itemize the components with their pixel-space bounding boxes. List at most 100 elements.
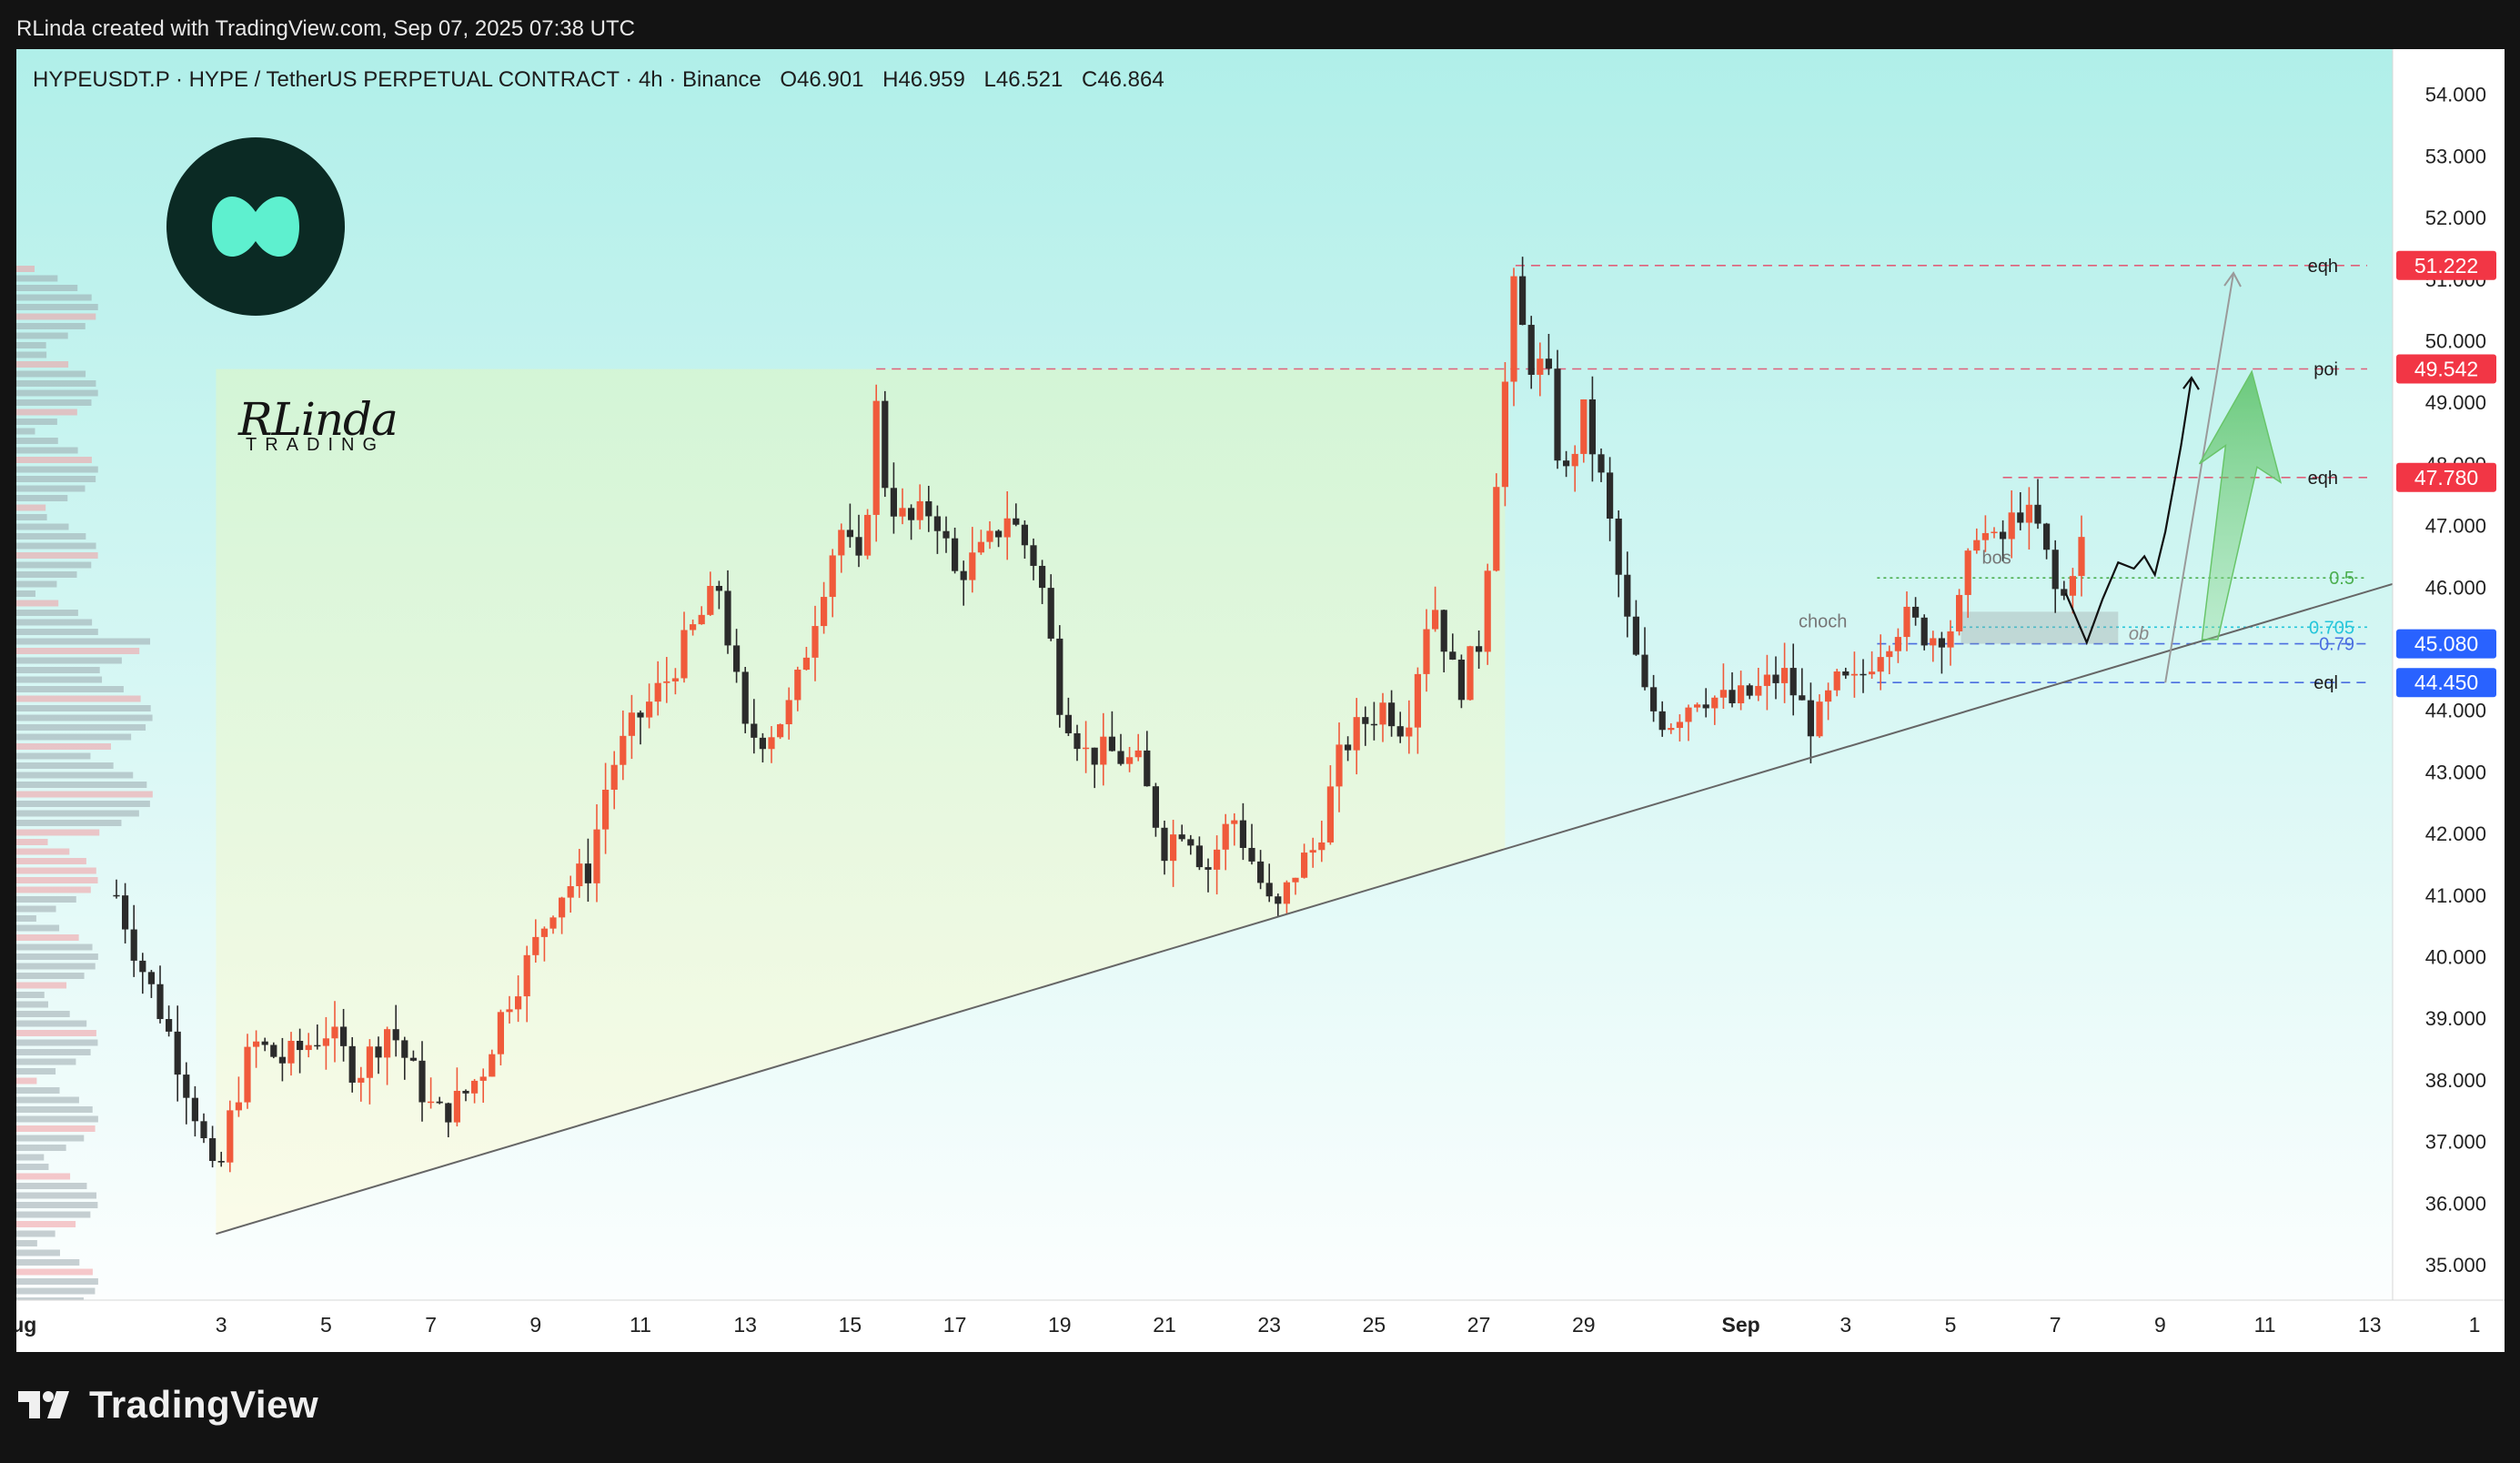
candle-body (1632, 616, 1639, 655)
y-tick-label: 47.000 (2425, 515, 2486, 538)
candle-body (392, 1029, 399, 1041)
volume-profile-bar (16, 370, 86, 378)
candle-body (1318, 842, 1326, 851)
volume-profile-bar (16, 915, 36, 922)
candle-body (1134, 750, 1142, 758)
candle-body (794, 670, 801, 701)
x-tick-label: 9 (529, 1313, 541, 1337)
volume-profile-bar (16, 1268, 93, 1276)
candle-body (1100, 736, 1107, 765)
volume-profile-bar (16, 752, 91, 760)
chart-area[interactable]: eqh poi eqh 0.5 0.705 0.79 eql bos choch ob 54.0… (16, 49, 2505, 1352)
candle-body (384, 1029, 391, 1058)
price-tag-label: 49.542 (2414, 358, 2478, 381)
candle-body (348, 1045, 356, 1083)
volume-profile-bar (16, 877, 98, 883)
candle-body (489, 1054, 496, 1077)
y-tick-label: 41.000 (2425, 884, 2486, 907)
x-tick-label: 5 (320, 1313, 332, 1337)
candle-body (1860, 673, 1867, 676)
candle-body (1205, 867, 1212, 870)
tradingview-logo[interactable]: TradingView (18, 1383, 318, 1427)
volume-profile-bar (16, 1173, 71, 1180)
candle-body (331, 1026, 338, 1039)
candle-body (462, 1090, 469, 1094)
tradingview-icon (18, 1391, 69, 1418)
x-tick-label: Sep (1722, 1313, 1760, 1337)
candle-body (1013, 518, 1020, 525)
price-tag-label: 44.450 (2414, 671, 2478, 694)
volume-profile-bar (16, 1058, 76, 1065)
candle-body (1144, 750, 1151, 787)
price-chart[interactable]: eqhpoieqh0.50.7050.79eql boschochob 54.0… (16, 49, 2505, 1352)
volume-profile-bar (16, 323, 86, 329)
candle-body (1711, 697, 1719, 709)
volume-profile-bar (16, 1087, 60, 1094)
volume-profile-bar (16, 963, 96, 970)
volume-profile-bar (16, 419, 57, 425)
candle-body (409, 1057, 417, 1061)
volume-profile-bar (16, 839, 48, 845)
candle-body (174, 1031, 181, 1075)
volume-profile-bar (16, 1249, 60, 1256)
y-tick-label: 43.000 (2425, 761, 2486, 783)
candle-body (217, 1161, 225, 1163)
volume-profile-bar (16, 858, 86, 864)
candle-body (960, 570, 967, 580)
candle-body (1467, 646, 1474, 701)
volume-profile-bar (16, 1278, 98, 1285)
y-tick-label: 46.000 (2425, 576, 2486, 599)
volume-profile-bar (16, 447, 78, 454)
candle-body (261, 1041, 268, 1045)
candle-body (559, 897, 566, 918)
candle-body (506, 1009, 513, 1013)
candle-body (1484, 570, 1491, 652)
y-tick-label: 44.000 (2425, 700, 2486, 722)
x-tick-label: 25 (1363, 1313, 1386, 1337)
candle-body (1406, 727, 1413, 737)
candle-body (864, 514, 872, 556)
candle-body (724, 590, 731, 646)
candle-body (1064, 714, 1072, 733)
candle-body (1781, 668, 1789, 683)
candle-body (802, 657, 810, 671)
candle-body (1195, 845, 1203, 868)
candle-body (1650, 687, 1658, 711)
candle-body (698, 614, 705, 625)
candle-body (2069, 576, 2076, 596)
candle-body (375, 1046, 382, 1058)
candle-body (829, 555, 836, 598)
volume-profile-bar (16, 1211, 91, 1218)
y-tick-label: 38.000 (2425, 1069, 2486, 1092)
candle-body (1457, 659, 1465, 701)
y-tick-label: 42.000 (2425, 822, 2486, 845)
volume-profile-bar (16, 657, 122, 664)
volume-profile-bar (16, 762, 114, 769)
x-tick-label: 13 (733, 1313, 757, 1337)
candle-body (1257, 861, 1265, 883)
candle-body (1248, 847, 1255, 862)
volume-profile-bar (16, 1039, 98, 1046)
candle-body (908, 508, 915, 520)
candle-body (925, 500, 932, 517)
volume-profile-bar (16, 801, 150, 807)
candle-body (707, 585, 714, 615)
volume-profile-bar (16, 351, 47, 358)
level-label: eqh (2308, 257, 2338, 277)
candle-body (671, 678, 679, 681)
candle-body (1772, 674, 1779, 683)
candle-body (1563, 460, 1570, 467)
top-bar: RLinda created with TradingView.com, Sep… (0, 0, 2520, 49)
volume-profile-bar (16, 294, 92, 301)
candle-body (340, 1026, 348, 1046)
candle-body (821, 597, 828, 627)
candle-body (1799, 695, 1806, 701)
candle-body (872, 400, 880, 515)
candle-body (593, 829, 600, 883)
candle-body (1214, 849, 1221, 870)
volume-profile-bar (16, 313, 96, 320)
candle-body (1170, 834, 1177, 862)
volume-profile-bar (16, 1115, 98, 1123)
volume-profile-bar (16, 733, 132, 741)
volume-profile-bar (16, 1001, 48, 1008)
